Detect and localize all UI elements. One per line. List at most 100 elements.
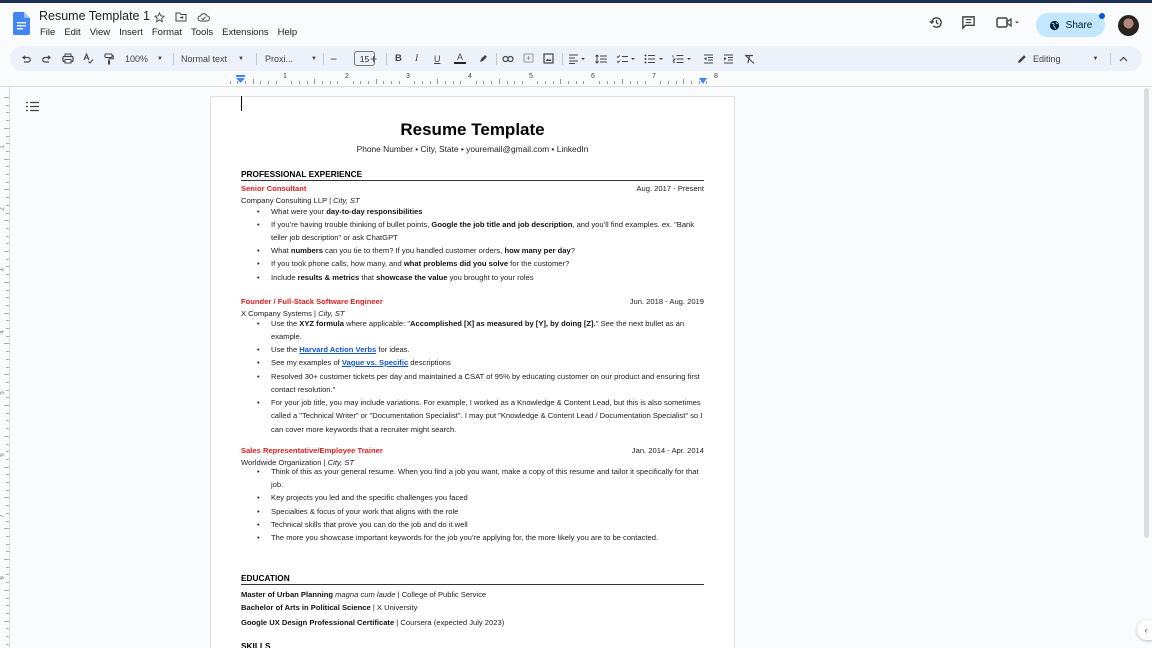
company-line[interactable]: Company Consulting LLP | City, ST: [241, 196, 360, 205]
menu-format[interactable]: Format: [152, 27, 182, 38]
add-comment-icon[interactable]: [523, 46, 534, 71]
ruler-tick: [4, 620, 9, 622]
ruler-tick: [414, 81, 416, 84]
menu-file[interactable]: File: [40, 27, 55, 38]
job-dates[interactable]: Aug. 2017 - Present: [636, 184, 704, 193]
bullet-item[interactable]: What numbers can you tie to them? If you…: [257, 244, 703, 258]
bullet-item[interactable]: For your job title, you may include vari…: [257, 396, 703, 436]
resume-title[interactable]: Resume Template: [210, 120, 735, 140]
bullet-item[interactable]: See my examples of Vague vs. Specific de…: [257, 356, 703, 370]
redo-icon[interactable]: [42, 46, 52, 71]
horizontal-ruler[interactable]: 1 2 3 4 5 6 7 8: [210, 73, 735, 85]
education-item[interactable]: Google UX Design Professional Certificat…: [241, 618, 504, 627]
job-dates[interactable]: Jan. 2014 - Apr. 2014: [632, 446, 704, 455]
ruler-tick: [614, 81, 616, 84]
toolbar-divider: [562, 53, 563, 65]
decrease-indent-icon[interactable]: [703, 46, 714, 71]
school-name: College of Public Service: [401, 590, 487, 599]
clear-formatting-icon[interactable]: [744, 46, 755, 71]
docs-logo-icon[interactable]: [13, 12, 30, 35]
section-heading-skills[interactable]: SKILLS: [241, 641, 704, 648]
ruler-tick: [291, 81, 293, 84]
bullet-item[interactable]: Specialties & focus of your work that al…: [257, 505, 703, 519]
bullet-item[interactable]: What were your day-to-day responsibiliti…: [257, 205, 703, 219]
checklist-icon[interactable]: [616, 46, 636, 71]
increase-indent-icon[interactable]: [723, 46, 734, 71]
education-item[interactable]: Bachelor of Arts in Political Science | …: [241, 603, 417, 612]
document-title[interactable]: Resume Template 1: [39, 9, 150, 23]
vertical-ruler[interactable]: 1 2 3 4 5 6 7 8: [0, 87, 10, 648]
user-avatar[interactable]: [1118, 15, 1139, 36]
document-outline-icon[interactable]: [26, 101, 39, 112]
hyperlink[interactable]: Harvard Action Verbs: [299, 345, 376, 354]
insert-image-icon[interactable]: [543, 46, 554, 71]
bullet-item[interactable]: If you took phone calls, how many, and w…: [257, 257, 703, 271]
cloud-saved-icon[interactable]: [196, 10, 210, 24]
bullet-item[interactable]: Resolved 30+ customer tickets per day an…: [257, 370, 703, 397]
ruler-tick: [445, 81, 446, 84]
job-dates[interactable]: Jun. 2018 - Aug. 2019: [630, 297, 704, 306]
underline-button[interactable]: U: [434, 46, 441, 71]
ruler-tick: [598, 81, 600, 84]
version-history-icon[interactable]: [929, 15, 945, 31]
ruler-tick: [6, 289, 9, 291]
paragraph-style-select[interactable]: Normal text ▼: [181, 46, 244, 71]
bullet-item[interactable]: Use the Harvard Action Verbs for ideas.: [257, 343, 703, 357]
paint-format-icon[interactable]: [104, 46, 114, 71]
education-item[interactable]: Master of Urban Planning magna cum laude…: [241, 590, 486, 599]
ruler-tick: [6, 174, 9, 175]
star-icon[interactable]: [152, 10, 166, 24]
undo-icon[interactable]: [21, 46, 31, 71]
bullet-item[interactable]: If you’re having trouble thinking of bul…: [257, 218, 703, 245]
bullet-item[interactable]: Key projects you led and the specific ch…: [257, 491, 703, 505]
hyperlink[interactable]: Vague vs. Specific: [342, 358, 408, 367]
decrease-font-size-button[interactable]: −: [330, 46, 337, 71]
link-icon[interactable]: [502, 46, 514, 71]
vertical-scrollbar[interactable]: [1144, 88, 1149, 538]
side-panel-toggle[interactable]: ‹: [1137, 620, 1152, 640]
resume-contact-line[interactable]: Phone Number • City, State • youremail@g…: [210, 144, 735, 154]
italic-button[interactable]: I: [415, 46, 418, 71]
ruler-tick: [6, 150, 9, 152]
bold-button[interactable]: B: [395, 46, 402, 71]
job-title[interactable]: Senior Consultant: [241, 184, 306, 193]
move-folder-icon[interactable]: [174, 10, 188, 24]
section-heading-education[interactable]: EDUCATION: [241, 573, 704, 585]
highlight-icon[interactable]: [478, 46, 488, 71]
bullet-item[interactable]: Technical skills that prove you can do t…: [257, 518, 703, 532]
collapse-menus-icon[interactable]: [1119, 46, 1128, 71]
menu-extensions[interactable]: Extensions: [222, 27, 268, 38]
job-title[interactable]: Founder / Full-Stack Software Engineer: [241, 297, 383, 306]
numbered-list-icon[interactable]: [672, 46, 692, 71]
menu-help[interactable]: Help: [278, 27, 298, 38]
ruler-tick: [629, 81, 631, 84]
bullet-item[interactable]: The more you showcase important keywords…: [257, 531, 703, 545]
zoom-select[interactable]: 100% ▼: [125, 46, 163, 71]
text-color-button[interactable]: A: [454, 46, 466, 71]
meet-icon[interactable]: [996, 15, 1024, 31]
line-spacing-icon[interactable]: [595, 46, 607, 71]
menu-tools[interactable]: Tools: [191, 27, 213, 38]
ruler-tick: [6, 512, 9, 514]
spellcheck-icon[interactable]: [83, 46, 94, 71]
job-title[interactable]: Sales Representative/Employee Trainer: [241, 446, 383, 455]
bulleted-list-icon[interactable]: [644, 46, 664, 71]
menu-view[interactable]: View: [90, 27, 110, 38]
align-icon[interactable]: [568, 46, 586, 71]
bullet-item[interactable]: Use the XYZ formula where applicable: "A…: [257, 317, 703, 344]
bullet-item[interactable]: Think of this as your general resume. Wh…: [257, 465, 703, 492]
ruler-tick: [4, 528, 9, 530]
ruler-tick: [6, 520, 9, 522]
editing-mode-select[interactable]: Editing ▼: [1017, 46, 1098, 71]
ruler-number: 1: [283, 73, 287, 80]
font-select[interactable]: Proxi... ▼: [265, 46, 317, 71]
print-icon[interactable]: [62, 46, 74, 71]
increase-font-size-button[interactable]: +: [370, 46, 377, 71]
menu-insert[interactable]: Insert: [119, 27, 143, 38]
bold-text: Accomplished [X] as measured by [Y], by …: [410, 319, 596, 328]
section-heading-experience[interactable]: PROFESSIONAL EXPERIENCE: [241, 169, 704, 181]
share-button[interactable]: Share: [1036, 13, 1105, 37]
menu-edit[interactable]: Edit: [64, 27, 80, 38]
comments-icon[interactable]: [961, 15, 977, 31]
bullet-item[interactable]: Include results & metrics that showcase …: [257, 271, 703, 285]
